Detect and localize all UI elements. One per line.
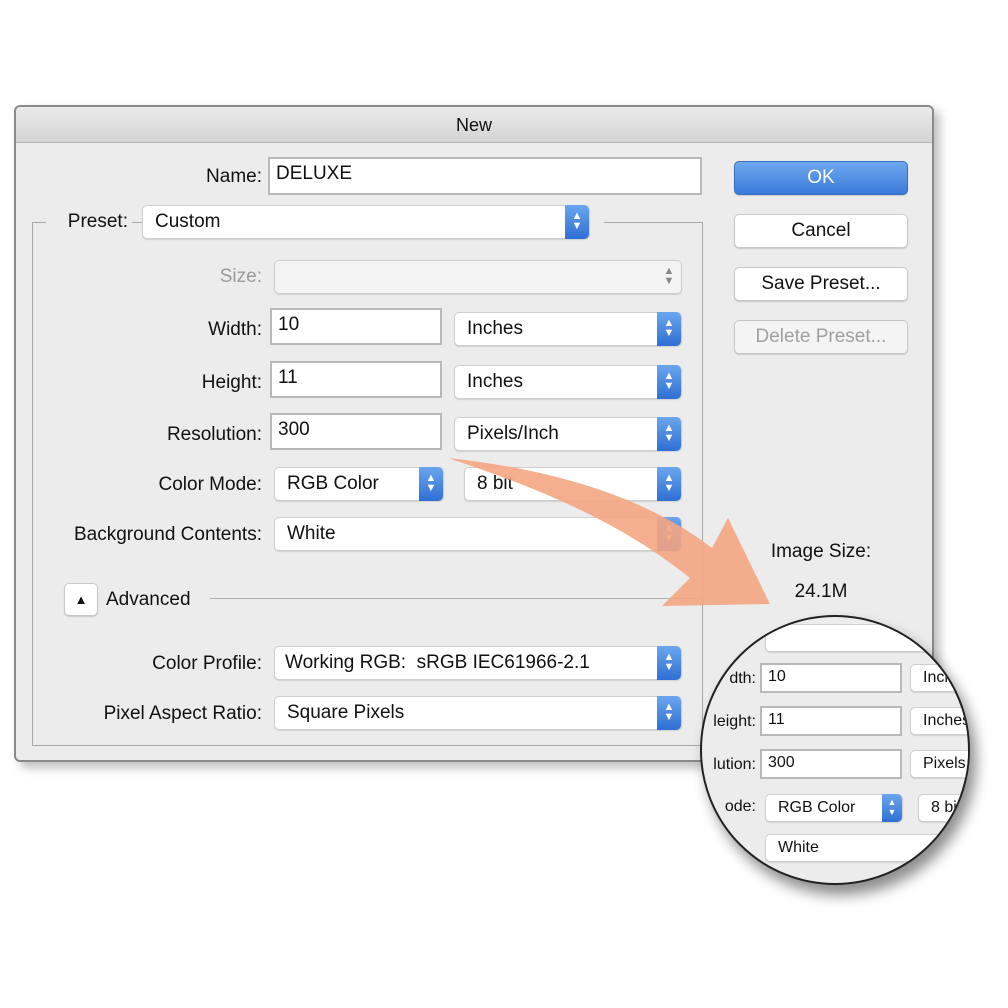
stepper-icon: ▲▼ [882, 794, 902, 822]
zoomed-bit-select: 8 bi [918, 794, 968, 822]
zoomed-width-unit: Inch [910, 664, 968, 692]
zoomed-size-select [765, 624, 968, 652]
zoomed-mode-select: RGB Color ▲ ▼ [765, 794, 903, 822]
zoomed-height-input: 11 [760, 706, 902, 736]
zoomed-resolution-unit: Pixels [910, 750, 968, 778]
magnifier-zoom-view: dth: 10 Inch leight: 11 Inches lution: 3… [700, 615, 970, 885]
zoomed-resolution-label: lution: [713, 756, 756, 773]
zoomed-resolution-input: 300 [760, 749, 902, 779]
zoomed-width-label: dth: [729, 670, 756, 687]
zoomed-height-label: leight: [713, 713, 756, 730]
zoomed-height-unit: Inches [910, 707, 968, 735]
zoomed-background-select: White [765, 834, 968, 862]
zoomed-width-input: 10 [760, 663, 902, 693]
zoomed-mode-label: ode: [724, 798, 756, 815]
